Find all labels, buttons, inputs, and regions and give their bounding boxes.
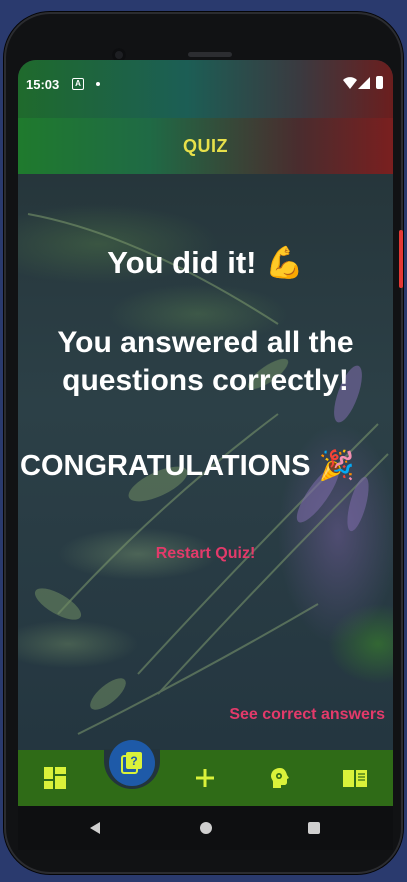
earpiece — [188, 52, 232, 57]
app-bar: QUIZ — [18, 118, 393, 174]
dashboard-icon — [44, 767, 66, 789]
book-icon — [343, 770, 367, 787]
side-button — [399, 230, 403, 288]
system-navigation-bar — [18, 806, 393, 850]
nav-brain[interactable] — [266, 764, 294, 792]
battery-icon — [376, 76, 383, 89]
status-time: 15:03 — [26, 77, 60, 92]
brain-icon — [271, 768, 289, 788]
nav-dashboard[interactable] — [41, 764, 69, 792]
notification-a-icon: A — [72, 78, 84, 90]
wifi-icon — [343, 77, 357, 89]
result-content: You did it! 💪 You answered all the quest… — [18, 174, 393, 750]
congratulations-text: CONGRATULATIONS 🎉 — [20, 450, 355, 482]
status-bar: 15:03 A — [18, 60, 393, 118]
result-message: You answered all the questions correctly… — [57, 326, 354, 397]
bottom-navigation: ? — [18, 740, 393, 806]
notification-dot-icon — [96, 82, 100, 86]
svg-text:?: ? — [130, 754, 137, 768]
add-icon — [196, 769, 214, 787]
app-title: QUIZ — [183, 135, 228, 156]
quiz-icon: ? — [121, 752, 142, 774]
nav-add[interactable] — [191, 764, 219, 792]
headline-text: You did it! 💪 — [107, 245, 304, 280]
back-icon[interactable] — [90, 822, 100, 834]
restart-quiz-button[interactable]: Restart Quiz! — [18, 545, 393, 563]
home-icon[interactable] — [200, 822, 212, 834]
recents-icon[interactable] — [308, 822, 320, 834]
nav-book[interactable] — [341, 764, 369, 792]
signal-icon — [358, 77, 370, 89]
see-correct-answers-button[interactable]: See correct answers — [229, 706, 385, 724]
nav-quiz-fab[interactable]: ? — [109, 740, 155, 786]
screen: 15:03 A QUIZ You did it! 💪 You answered … — [18, 60, 393, 806]
